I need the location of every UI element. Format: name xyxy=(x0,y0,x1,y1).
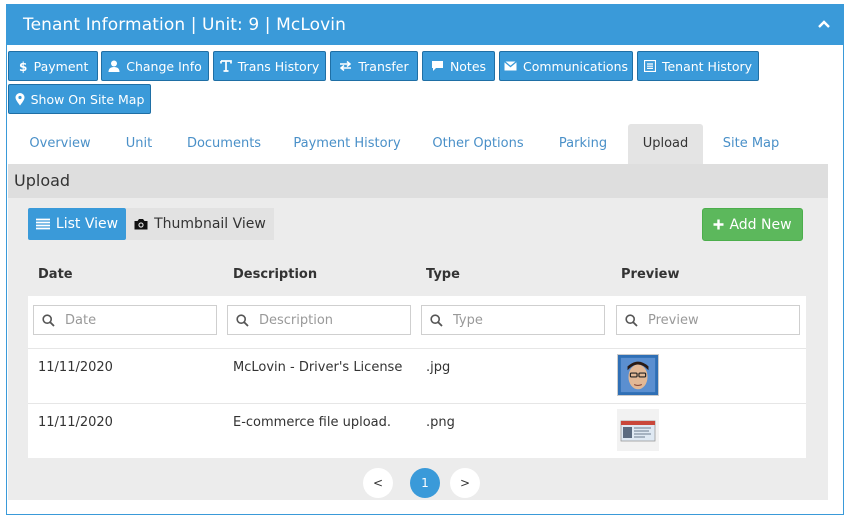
tab-payment-history[interactable]: Payment History xyxy=(285,124,409,164)
row-type: .png xyxy=(426,415,455,430)
upload-section: Upload List View Thumbnail View Add New … xyxy=(8,164,828,500)
column-header-date[interactable]: Date xyxy=(38,254,73,296)
table-row[interactable]: 11/11/2020 E-commerce file upload. .png xyxy=(28,403,806,458)
communications-button-label: Communications xyxy=(522,58,629,74)
payment-button-label: Payment xyxy=(33,58,89,74)
tab-documents[interactable]: Documents xyxy=(176,124,272,164)
date-filter-input[interactable] xyxy=(65,312,205,328)
tab-other-options[interactable]: Other Options xyxy=(424,124,532,164)
map-marker-icon xyxy=(15,92,25,105)
notes-button-label: Notes xyxy=(449,58,487,74)
trans-history-button[interactable]: Trans History xyxy=(213,51,326,81)
text-icon xyxy=(219,60,232,72)
tab-bar: Overview Unit Documents Payment History … xyxy=(8,124,828,164)
show-on-site-map-button[interactable]: Show On Site Map xyxy=(8,84,151,114)
thumbnail-view-button[interactable]: Thumbnail View xyxy=(126,208,274,240)
search-icon xyxy=(430,313,443,327)
table-row[interactable]: 11/11/2020 McLovin - Driver's License .j… xyxy=(28,348,806,403)
list-icon xyxy=(643,60,656,72)
tab-overview[interactable]: Overview xyxy=(16,124,104,164)
trans-history-button-label: Trans History xyxy=(237,58,320,74)
next-page-button[interactable]: > xyxy=(450,468,480,498)
add-new-label: Add New xyxy=(729,216,792,233)
tab-upload[interactable]: Upload xyxy=(628,124,703,164)
column-header-type[interactable]: Type xyxy=(426,254,460,296)
transfer-button-label: Transfer xyxy=(358,58,409,74)
plus-icon xyxy=(713,219,724,230)
list-view-button[interactable]: List View xyxy=(28,208,126,240)
change-info-button[interactable]: Change Info xyxy=(101,51,209,81)
comment-icon xyxy=(431,61,443,71)
tenant-history-button[interactable]: Tenant History xyxy=(637,51,759,81)
date-filter xyxy=(33,305,217,335)
communications-button[interactable]: Communications xyxy=(499,51,633,81)
transfer-icon xyxy=(340,60,352,72)
change-info-button-label: Change Info xyxy=(126,58,202,74)
add-new-button[interactable]: Add New xyxy=(702,208,803,241)
page-button-1[interactable]: 1 xyxy=(410,468,440,498)
description-filter xyxy=(227,305,411,335)
tab-site-map[interactable]: Site Map xyxy=(713,124,789,164)
column-header-description[interactable]: Description xyxy=(233,254,317,296)
list-view-label: List View xyxy=(55,216,119,232)
chevron-up-icon[interactable] xyxy=(817,17,831,31)
row-date: 11/11/2020 xyxy=(38,360,113,375)
search-icon xyxy=(42,313,55,327)
license-thumbnail[interactable] xyxy=(617,409,659,451)
table-header-row: Date Description Type Preview xyxy=(28,254,806,296)
filter-row xyxy=(28,296,806,348)
panel-header: Tenant Information | Unit: 9 | McLovin xyxy=(7,5,843,45)
search-icon xyxy=(236,313,249,327)
type-filter xyxy=(421,305,605,335)
payment-button[interactable]: $ Payment xyxy=(8,51,98,81)
tab-unit[interactable]: Unit xyxy=(113,124,165,164)
preview-filter-input[interactable] xyxy=(648,312,788,328)
camera-icon xyxy=(134,219,148,230)
list-icon xyxy=(35,218,50,230)
notes-button[interactable]: Notes xyxy=(422,51,495,81)
pagination: < 1 > xyxy=(8,468,828,500)
search-icon xyxy=(625,313,638,327)
prev-page-button[interactable]: < xyxy=(363,468,393,498)
dollar-icon: $ xyxy=(19,60,27,73)
panel-title: Tenant Information | Unit: 9 | McLovin xyxy=(23,15,346,35)
preview-filter xyxy=(616,305,800,335)
envelope-icon xyxy=(504,61,517,71)
tab-parking[interactable]: Parking xyxy=(547,124,619,164)
photo-thumbnail[interactable] xyxy=(617,354,659,396)
type-filter-input[interactable] xyxy=(453,312,593,328)
row-description: McLovin - Driver's License xyxy=(233,360,403,375)
description-filter-input[interactable] xyxy=(259,312,399,328)
svg-text:$: $ xyxy=(19,60,27,73)
thumbnail-view-label: Thumbnail View xyxy=(154,216,266,232)
column-header-preview[interactable]: Preview xyxy=(621,254,680,296)
tenant-history-button-label: Tenant History xyxy=(661,58,753,74)
row-type: .jpg xyxy=(426,360,451,375)
user-icon xyxy=(108,60,120,72)
row-date: 11/11/2020 xyxy=(38,415,113,430)
transfer-button[interactable]: Transfer xyxy=(330,51,418,81)
uploads-table: Date Description Type Preview Date Descr… xyxy=(28,254,806,458)
show-on-site-map-button-label: Show On Site Map xyxy=(30,91,145,107)
upload-section-title: Upload xyxy=(8,164,828,198)
row-description: E-commerce file upload. xyxy=(233,415,392,430)
